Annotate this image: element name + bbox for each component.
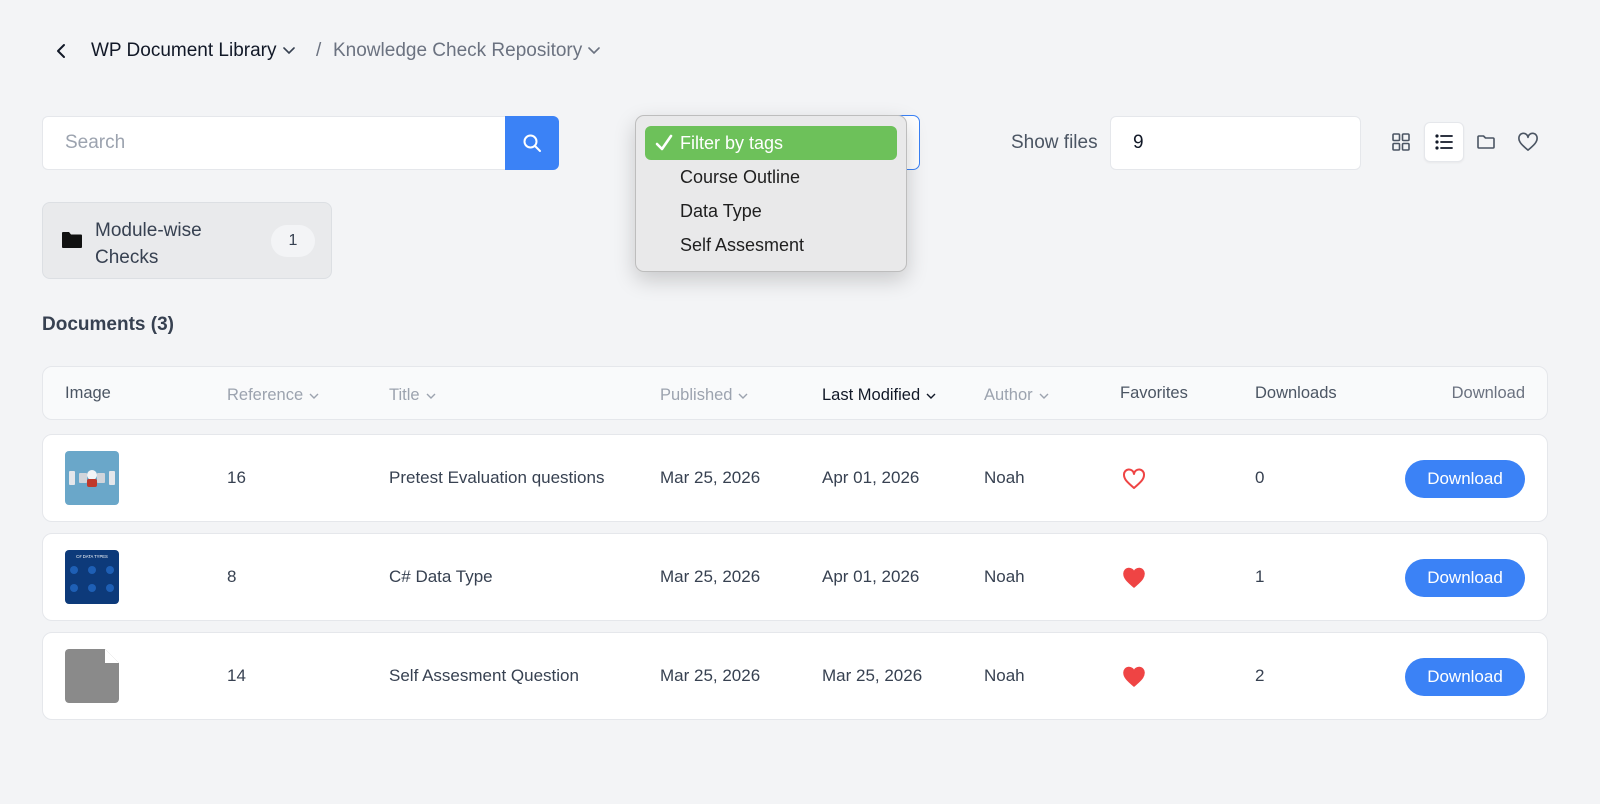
cell-title[interactable]: C# Data Type [389,567,493,587]
chevron-down-icon [282,47,295,55]
column-last-modified[interactable]: Last Modified [822,386,936,405]
column-downloads: Downloads [1255,384,1337,403]
chevron-down-icon [426,393,436,399]
download-button[interactable]: Download [1405,559,1525,597]
grid-icon [1392,133,1410,151]
column-label: Title [389,386,420,404]
cell-published: Mar 25, 2026 [660,567,761,586]
pretest-thumbnail[interactable] [65,451,119,505]
heart-outline-icon[interactable] [1122,468,1146,490]
column-favorites: Favorites [1120,384,1188,403]
column-label: Downloads [1255,384,1337,402]
tag-option-label: Data Type [680,200,762,221]
cell-downloads: 0 [1255,468,1265,487]
column-published[interactable]: Published [660,386,748,405]
pretest-thumbnail-art [69,470,115,487]
cell-reference: 14 [227,666,246,685]
documents-heading: Documents (3) [42,314,174,335]
show-files-label: Show files [1011,132,1098,153]
chevron-down-icon [309,393,319,399]
back-button[interactable] [52,40,72,62]
generic-file-thumbnail[interactable] [65,649,119,703]
search-button[interactable] [505,116,559,170]
cell-reference: 8 [227,567,237,586]
column-reference[interactable]: Reference [227,386,319,405]
column-download: Download [1452,384,1525,403]
folder-name: Module-wise Checks [95,220,202,268]
column-label: Favorites [1120,384,1188,402]
column-label: Download [1451,384,1525,402]
csharp-data-types-thumbnail[interactable]: C# DATA TYPES [65,550,119,604]
cell-published: Mar 25, 2026 [660,666,761,685]
cell-title[interactable]: Self Assesment Question [389,666,579,686]
cell-downloads: 1 [1255,567,1265,586]
breadcrumb-current[interactable]: Knowledge Check Repository [333,40,601,62]
download-button[interactable]: Download [1405,658,1525,696]
table-row: 14 Self Assesment Question Mar 25, 2026 … [42,632,1548,720]
cell-last-modified: Apr 01, 2026 [822,567,920,586]
heart-filled-icon[interactable] [1122,666,1146,688]
tag-option-self-assesment[interactable]: Self Assesment [645,228,897,262]
show-files-input[interactable]: 9 [1110,116,1361,170]
column-label: Published [660,386,733,404]
search-icon [523,134,541,152]
tag-option-filter-by-tags[interactable]: Filter by tags [645,126,897,160]
search-box [42,116,507,170]
tag-option-data-type[interactable]: Data Type [645,194,897,228]
folder-count-badge: 1 [271,225,315,257]
cell-last-modified: Apr 01, 2026 [822,468,920,487]
search-input[interactable] [43,117,507,169]
download-button[interactable]: Download [1405,460,1525,498]
chevron-down-icon [1039,393,1049,399]
column-label: Author [984,386,1033,404]
cell-published: Mar 25, 2026 [660,468,761,487]
column-image: Image [65,384,111,403]
table-row: 16 Pretest Evaluation questions Mar 25, … [42,434,1548,522]
breadcrumb-library[interactable]: WP Document Library [91,40,295,62]
cell-downloads: 2 [1255,666,1265,685]
cell-author: Noah [984,468,1025,487]
cell-last-modified: Mar 25, 2026 [822,666,923,685]
folder-icon [1477,135,1495,149]
breadcrumb-current-label: Knowledge Check Repository [333,40,583,61]
chevron-down-icon [588,47,601,55]
list-view-button[interactable] [1424,122,1464,162]
chevron-down-icon [926,393,936,399]
column-author[interactable]: Author [984,386,1049,405]
cell-reference: 16 [227,468,246,487]
file-icon [65,649,119,703]
csharp-thumbnail-art: C# DATA TYPES [70,554,114,592]
breadcrumb-library-label: WP Document Library [91,40,277,61]
tag-filter-dropdown: Filter by tags Course Outline Data Type … [635,115,907,272]
table-header: Image Reference Title Published Last Mod… [42,366,1548,420]
heart-filled-icon[interactable] [1122,567,1146,589]
thumbnail-caption: C# DATA TYPES [76,554,108,559]
column-label: Last Modified [822,386,921,404]
tag-option-course-outline[interactable]: Course Outline [645,160,897,194]
column-label: Reference [227,386,304,404]
column-title[interactable]: Title [389,386,436,405]
breadcrumb-separator: / [316,40,322,61]
tag-option-label: Self Assesment [680,234,805,255]
heart-icon [1518,132,1538,151]
grid-view-button[interactable] [1381,122,1421,162]
list-icon [1435,134,1453,150]
chevron-down-icon [738,393,748,399]
checkmark-icon [655,134,673,151]
favorites-view-button[interactable] [1508,122,1548,162]
folder-icon [62,232,82,248]
tag-option-label: Filter by tags [680,132,784,153]
cell-title[interactable]: Pretest Evaluation questions [389,468,604,488]
chevron-left-icon [57,44,65,58]
cell-author: Noah [984,666,1025,685]
table-row: C# DATA TYPES 8 C# Data Type Mar 25, 202… [42,533,1548,621]
folder-view-button[interactable] [1466,122,1506,162]
cell-author: Noah [984,567,1025,586]
column-label: Image [65,384,111,402]
tag-option-label: Course Outline [680,166,801,187]
folder-card[interactable]: Module-wise Checks 1 [42,202,332,279]
